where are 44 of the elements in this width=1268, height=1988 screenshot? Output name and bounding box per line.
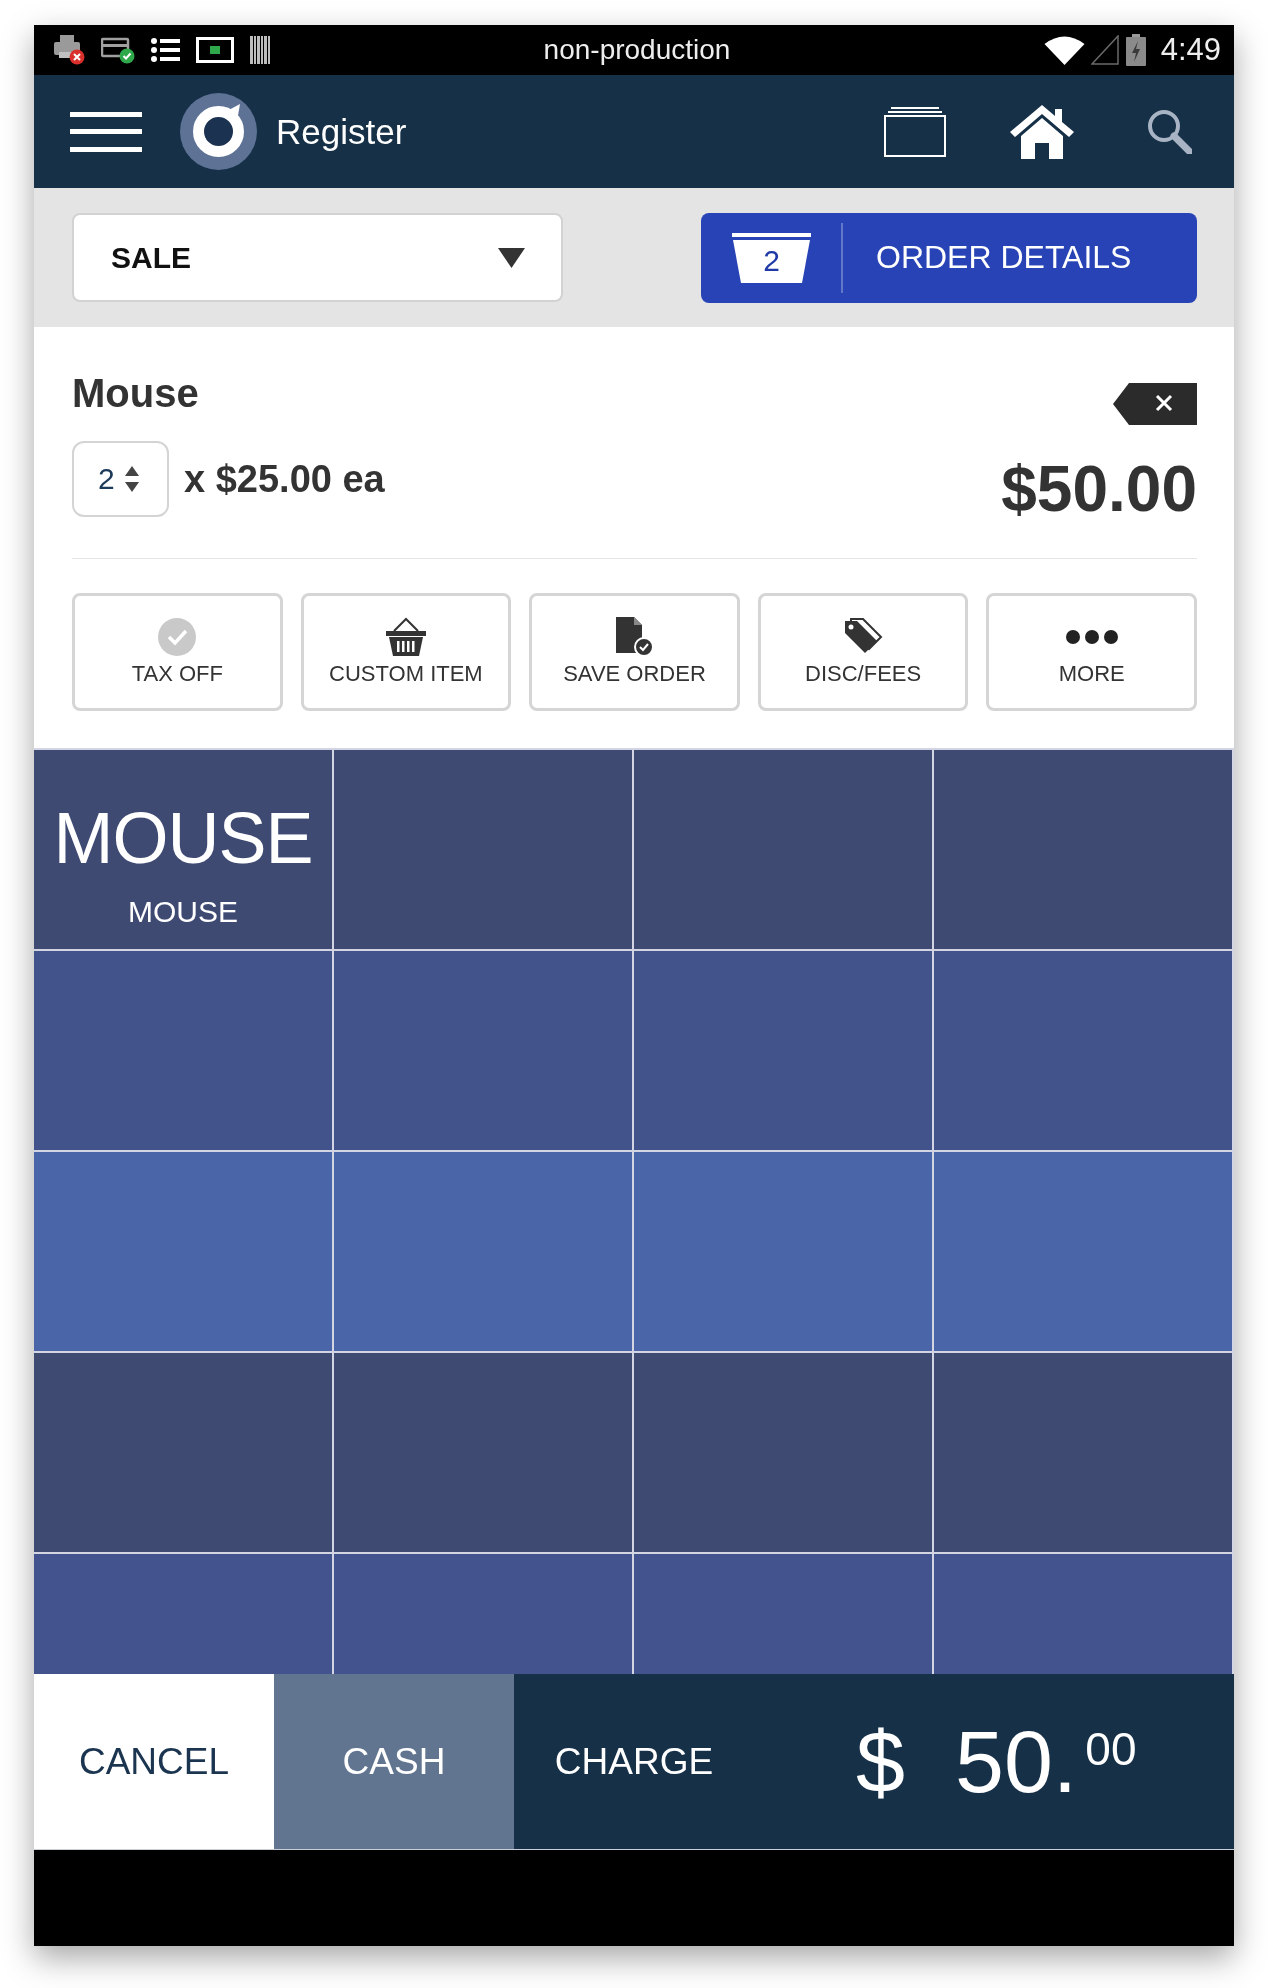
home-icon[interactable] xyxy=(1009,103,1075,160)
unit-price: x $25.00 ea xyxy=(184,457,385,502)
product-subtitle: MOUSE xyxy=(128,897,238,927)
more-dots-icon xyxy=(1065,630,1118,644)
status-title: non-production xyxy=(543,34,731,66)
action-button[interactable]: TAX OFF xyxy=(72,593,283,711)
battery-icon xyxy=(1124,34,1147,66)
order-details-button[interactable]: 2 ORDER DETAILS xyxy=(701,212,1197,303)
screen-icon xyxy=(196,37,234,63)
printer-icon xyxy=(53,35,85,65)
total-amount: 50. xyxy=(954,1711,1078,1812)
search-icon[interactable] xyxy=(1147,109,1192,154)
basket-icon xyxy=(732,232,811,283)
action-button[interactable]: MORE xyxy=(986,593,1197,711)
barcode-icon xyxy=(250,36,273,64)
stepper-arrows-icon xyxy=(124,466,139,492)
product-title: MOUSE xyxy=(53,800,313,876)
basket-icon xyxy=(383,617,428,657)
item-total: $50.00 xyxy=(1001,452,1197,526)
order-count: 2 xyxy=(763,244,780,277)
delete-icon[interactable] xyxy=(1113,383,1197,425)
status-time: 4:49 xyxy=(1160,32,1221,68)
stacked-windows-icon[interactable] xyxy=(884,106,946,157)
check-circle-icon xyxy=(158,618,197,656)
action-button[interactable]: SAVE ORDER xyxy=(529,593,740,711)
product-tile[interactable]: MOUSE MOUSE xyxy=(34,750,334,951)
logo-icon xyxy=(180,93,257,170)
wifi-icon xyxy=(1043,35,1085,65)
app-title: Register xyxy=(276,111,407,152)
menu-icon[interactable] xyxy=(70,111,142,152)
cash-button[interactable]: CASH xyxy=(274,1674,514,1849)
item-name: Mouse xyxy=(72,370,199,417)
currency-sign: $ xyxy=(856,1711,905,1812)
quantity-stepper[interactable]: 2 xyxy=(72,441,169,517)
card-icon xyxy=(101,36,135,64)
caret-icon xyxy=(498,247,525,268)
document-check-icon xyxy=(614,617,655,657)
list-icon xyxy=(151,37,180,63)
total-cents: 00 xyxy=(1085,1726,1137,1772)
action-button[interactable]: DISC/FEES xyxy=(757,593,969,711)
action-button[interactable]: CUSTOM ITEM xyxy=(300,593,512,711)
mode-dropdown[interactable]: SALE xyxy=(72,213,563,302)
signal-icon xyxy=(1090,35,1119,65)
charge-button[interactable]: CHARGE xyxy=(514,1674,754,1849)
